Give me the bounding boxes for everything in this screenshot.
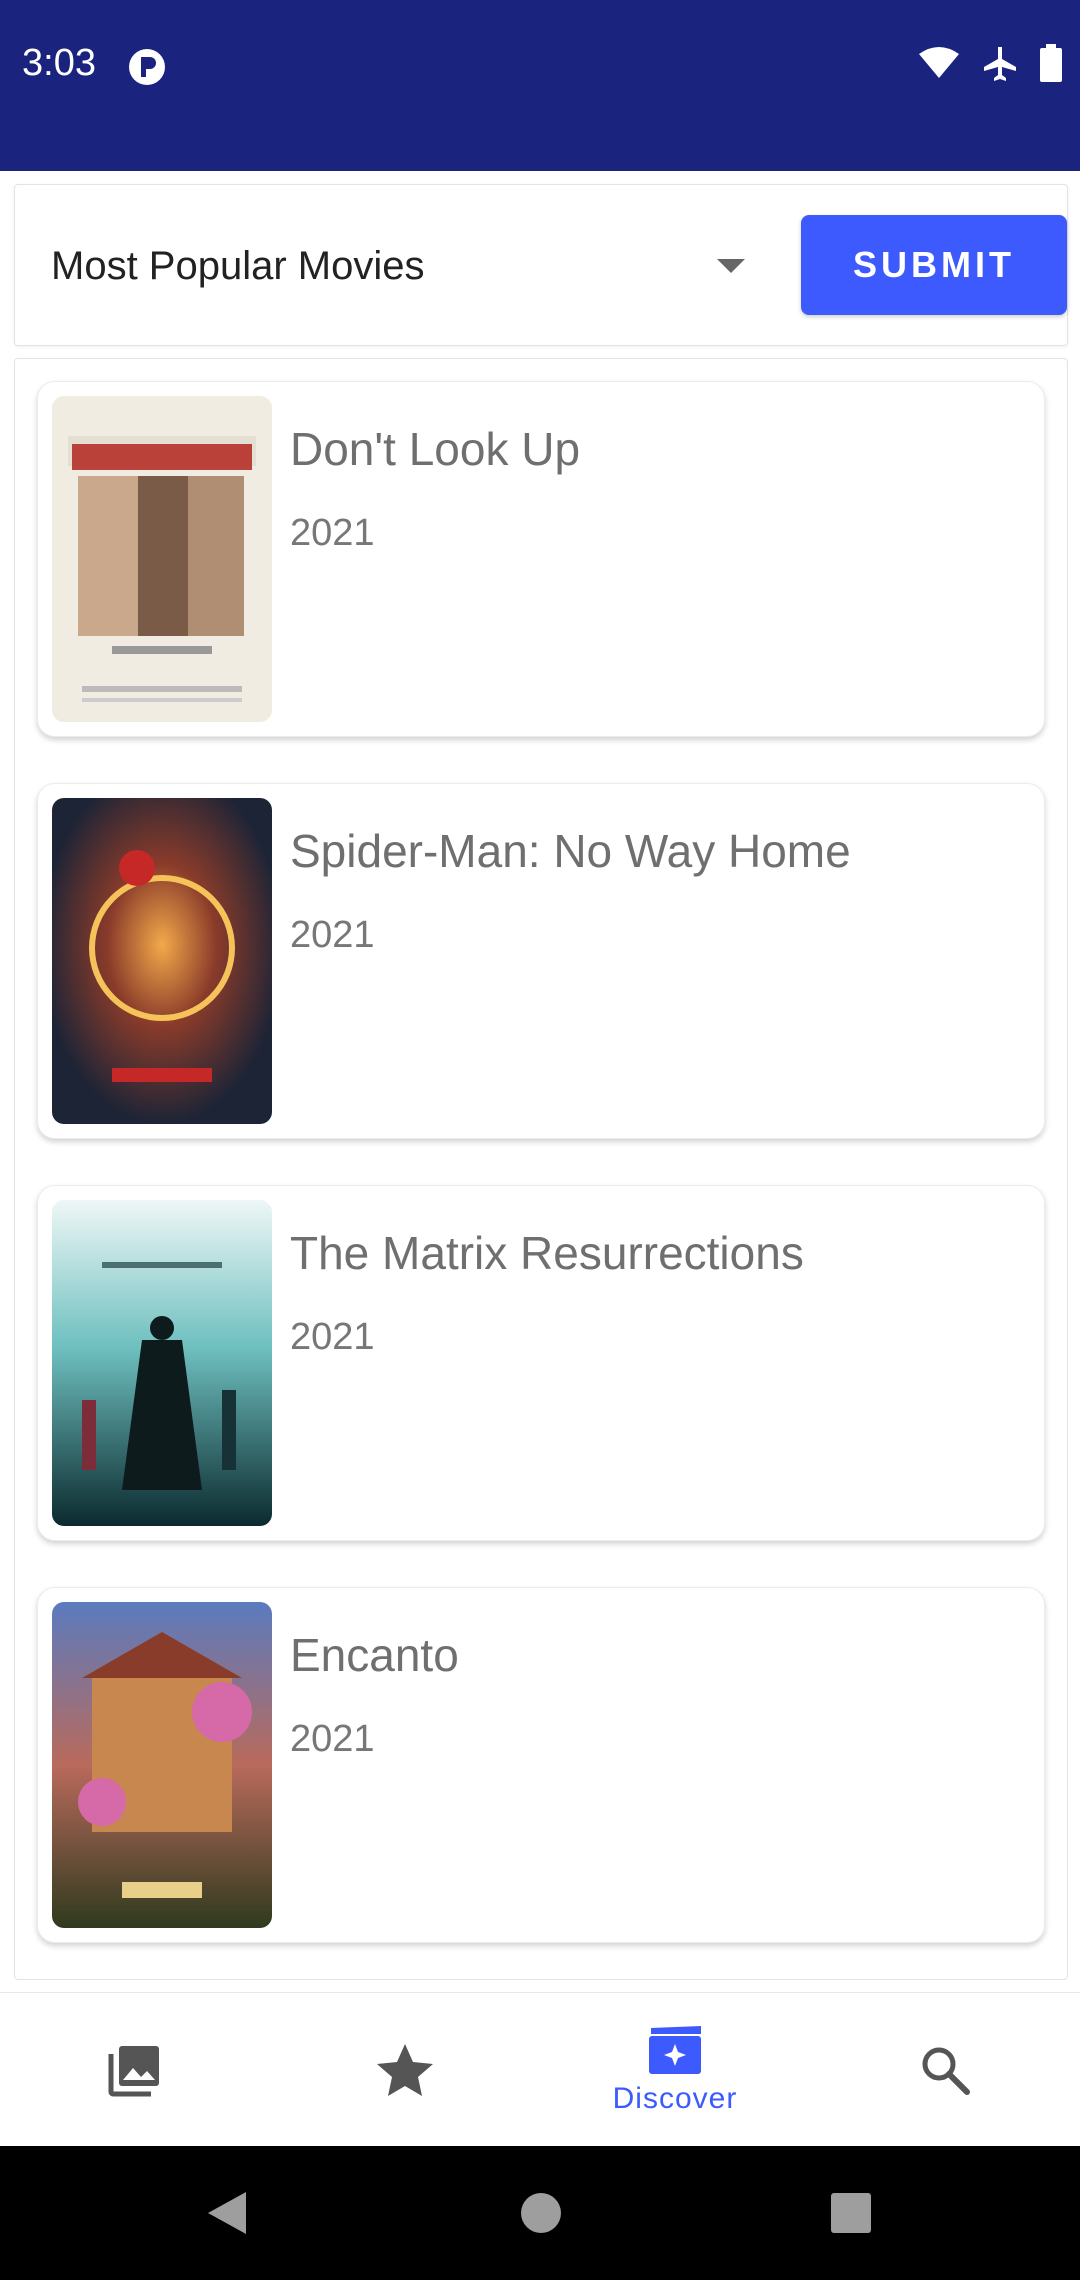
movie-title: Encanto xyxy=(290,1629,459,1681)
nav-item-search[interactable] xyxy=(810,1993,1080,2147)
screen: 3:03 Most Popular Movies SUBMIT Don't Lo… xyxy=(0,0,1080,2280)
movie-card[interactable]: The Matrix Resurrections 2021 xyxy=(37,1185,1045,1541)
nav-item-gallery[interactable] xyxy=(0,1993,270,2147)
nav-item-favorites[interactable] xyxy=(270,1993,540,2147)
star-icon xyxy=(377,2044,433,2096)
status-bar: 3:03 xyxy=(0,0,1080,171)
nav-item-discover[interactable]: Discover xyxy=(540,1993,810,2147)
movie-card[interactable]: Don't Look Up 2021 xyxy=(37,381,1045,737)
home-icon[interactable] xyxy=(518,2188,564,2238)
bottom-navigation: Discover xyxy=(0,1992,1080,2146)
search-icon xyxy=(922,2047,970,2095)
movie-title: The Matrix Resurrections xyxy=(290,1227,804,1279)
movie-title: Spider-Man: No Way Home xyxy=(290,825,851,877)
submit-button[interactable]: SUBMIT xyxy=(801,215,1067,315)
back-icon[interactable] xyxy=(204,2188,250,2238)
movie-card[interactable]: Encanto 2021 xyxy=(37,1587,1045,1943)
recents-icon[interactable] xyxy=(828,2188,874,2238)
matrix-poster xyxy=(52,1200,272,1526)
encanto-poster xyxy=(52,1602,272,1928)
movie-year: 2021 xyxy=(290,512,375,554)
gallery-icon xyxy=(108,2046,159,2097)
airplane-mode-icon xyxy=(984,47,1016,81)
movie-year: 2021 xyxy=(290,1718,375,1760)
status-time: 3:03 xyxy=(22,42,96,84)
spider-man-poster xyxy=(52,798,272,1124)
app-notification-icon xyxy=(129,49,165,85)
nav-label-discover: Discover xyxy=(612,2082,738,2115)
discover-icon xyxy=(649,2026,701,2074)
dropdown-arrow-icon xyxy=(717,259,745,273)
category-dropdown[interactable]: Most Popular Movies xyxy=(51,223,771,309)
movie-year: 2021 xyxy=(290,1316,375,1358)
movie-year: 2021 xyxy=(290,914,375,956)
selector-panel: Most Popular Movies SUBMIT xyxy=(14,184,1068,346)
movie-title: Don't Look Up xyxy=(290,423,581,475)
system-navigation-bar xyxy=(0,2146,1080,2280)
movie-card[interactable]: Spider-Man: No Way Home 2021 xyxy=(37,783,1045,1139)
battery-icon xyxy=(1040,44,1062,82)
wifi-icon xyxy=(919,47,959,78)
dropdown-selected-value: Most Popular Movies xyxy=(51,243,425,288)
dont-look-up-poster xyxy=(52,396,272,722)
movie-list[interactable]: Don't Look Up 2021 Spider-Man: No Way Ho… xyxy=(14,358,1068,1980)
